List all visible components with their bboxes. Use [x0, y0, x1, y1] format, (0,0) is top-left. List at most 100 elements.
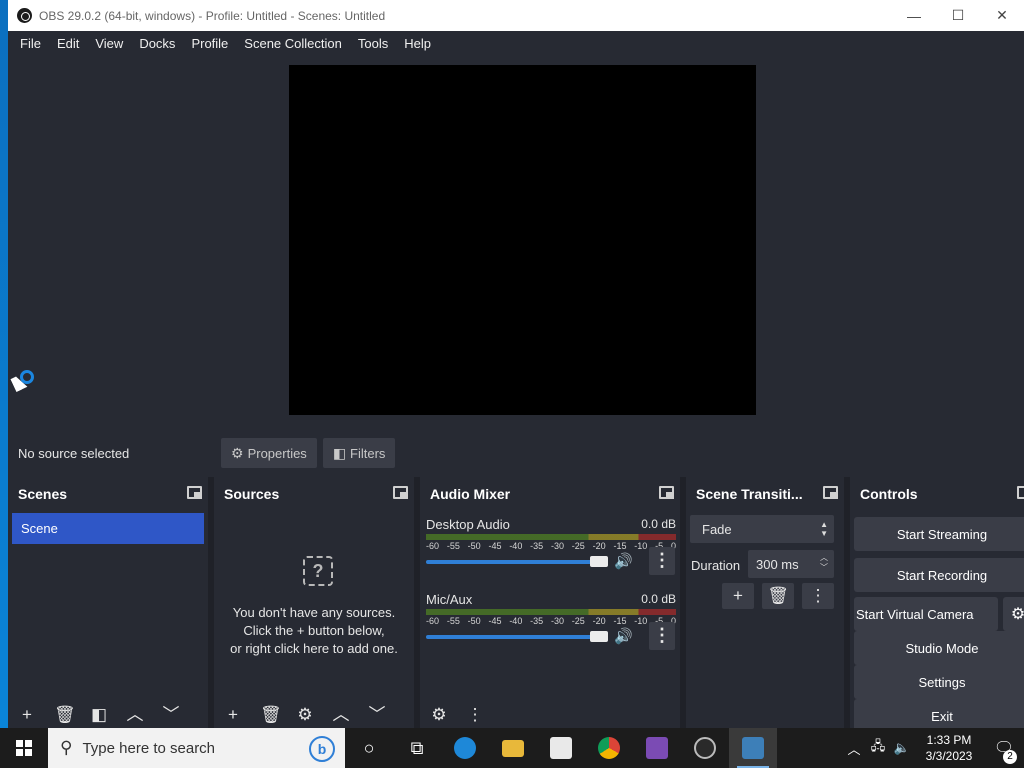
file-explorer-icon[interactable]	[489, 728, 537, 768]
advanced-audio-icon[interactable]: ⚙	[430, 705, 448, 725]
scale-tick: -15	[613, 616, 627, 626]
menu-file[interactable]: File	[12, 31, 49, 57]
remove-scene-icon[interactable]: 🗑	[54, 705, 76, 725]
volume-slider-handle[interactable]	[590, 631, 608, 642]
clock-time: 1:33 PM	[926, 733, 972, 747]
search-icon: ⚲	[60, 738, 73, 757]
move-up-icon[interactable]: ︿	[332, 705, 350, 725]
sources-empty-message[interactable]: You don't have any sources. Click the + …	[214, 604, 414, 658]
menu-tools[interactable]: Tools	[350, 31, 396, 57]
active-app-icon[interactable]	[729, 728, 777, 768]
scale-tick: -35	[530, 541, 544, 551]
menu-view[interactable]: View	[87, 31, 131, 57]
minimize-button[interactable]: —	[892, 0, 936, 31]
undock-icon[interactable]	[393, 486, 408, 499]
transition-select[interactable]: Fade ▲ ▼	[690, 515, 834, 543]
source-properties-icon[interactable]: ⚙	[296, 705, 314, 725]
remove-source-icon[interactable]: 🗑	[260, 705, 282, 725]
studio-mode-button[interactable]: Studio Mode	[854, 631, 1024, 665]
settings-button[interactable]: Settings	[854, 665, 1024, 699]
sources-dock: Sources ? You don't have any sources. Cl…	[214, 477, 414, 728]
clock-date: 3/3/2023	[925, 749, 973, 763]
visual-studio-icon[interactable]	[633, 728, 681, 768]
volume-slider[interactable]	[426, 560, 608, 564]
duration-input[interactable]: 300 ms ︿ ﹀	[748, 550, 834, 578]
scale-tick: -10	[634, 541, 648, 551]
remove-transition-button[interactable]: 🗑	[762, 583, 794, 609]
speaker-icon[interactable]: 🔊	[614, 552, 633, 570]
scale-tick: -45	[488, 616, 502, 626]
exit-button[interactable]: Exit	[854, 699, 1024, 728]
search-placeholder: Type here to search	[82, 739, 216, 757]
volume-icon[interactable]: 🔈	[890, 740, 914, 756]
maximize-button[interactable]: ☐	[936, 0, 980, 31]
volume-slider-handle[interactable]	[590, 556, 608, 567]
transitions-title: Scene Transiti...	[696, 485, 803, 502]
more-options-icon[interactable]: ⋮	[466, 705, 484, 725]
move-down-icon[interactable]: ﹀	[162, 705, 180, 725]
network-icon[interactable]: 🖧	[866, 737, 890, 759]
busy-spinner-icon	[20, 370, 34, 384]
mixer-title: Audio Mixer	[430, 485, 511, 502]
volume-meter	[426, 534, 676, 540]
scene-list-item[interactable]: Scene	[12, 513, 204, 544]
menu-scene-collection[interactable]: Scene Collection	[236, 31, 350, 57]
scale-tick: -60	[426, 616, 440, 626]
virtual-camera-settings-icon[interactable]: ⚙	[1003, 597, 1024, 631]
move-up-icon[interactable]: ︿	[126, 705, 144, 725]
transition-menu-button[interactable]: ⋮	[802, 583, 834, 609]
channel-menu-button[interactable]: ⋮	[649, 547, 675, 575]
menu-profile[interactable]: Profile	[183, 31, 236, 57]
scale-tick: -10	[634, 616, 648, 626]
move-down-icon[interactable]: ﹀	[368, 705, 386, 725]
add-transition-button[interactable]: +	[722, 583, 754, 609]
clock[interactable]: 1:33 PM 3/3/2023	[914, 732, 984, 764]
close-button[interactable]: ✕	[980, 0, 1024, 31]
task-view-icon[interactable]: ⧉	[393, 728, 441, 768]
cortana-icon[interactable]: ○	[345, 728, 393, 768]
undock-icon[interactable]	[1017, 486, 1024, 499]
scenes-header: Scenes	[8, 477, 208, 510]
obs-icon[interactable]	[681, 728, 729, 768]
windows-logo-icon	[16, 740, 32, 756]
scale-tick: -30	[550, 541, 564, 551]
taskbar-search[interactable]: ⚲ Type here to search b	[48, 728, 345, 768]
bing-icon[interactable]: b	[309, 736, 335, 762]
store-icon[interactable]	[537, 728, 585, 768]
duration-label: Duration	[691, 558, 741, 573]
start-virtual-camera-button[interactable]: Start Virtual Camera	[854, 597, 998, 631]
start-recording-button[interactable]: Start Recording	[854, 558, 1024, 592]
scale-tick: -15	[613, 541, 627, 551]
start-streaming-button[interactable]: Start Streaming	[854, 517, 1024, 551]
chevron-up-icon[interactable]: ︿	[842, 739, 866, 758]
scenes-toolbar: + 🗑 ◧ ︿ ﹀	[8, 702, 208, 728]
program-preview[interactable]	[289, 65, 756, 415]
add-source-icon[interactable]: +	[224, 705, 242, 725]
edge-icon[interactable]	[441, 728, 489, 768]
volume-meter	[426, 609, 676, 615]
scene-filters-icon[interactable]: ◧	[90, 705, 108, 725]
undock-icon[interactable]	[187, 486, 202, 499]
start-button[interactable]	[0, 728, 48, 768]
spinner-icon[interactable]: ︿ ﹀	[820, 553, 828, 573]
menu-docks[interactable]: Docks	[131, 31, 183, 57]
volume-slider[interactable]	[426, 635, 608, 639]
undock-icon[interactable]	[823, 486, 838, 499]
meter-scale: -60 -55 -50 -45 -40 -35 -30 -25 -20 -15 …	[426, 541, 676, 551]
scale-tick: -25	[571, 616, 585, 626]
undock-icon[interactable]	[659, 486, 674, 499]
channel-menu-button[interactable]: ⋮	[649, 622, 675, 650]
duration-value: 300 ms	[756, 556, 799, 572]
menu-help[interactable]: Help	[396, 31, 439, 57]
chrome-icon[interactable]	[585, 728, 633, 768]
add-scene-icon[interactable]: +	[18, 705, 36, 725]
menu-edit[interactable]: Edit	[49, 31, 87, 57]
properties-button[interactable]: ⚙ Properties	[221, 438, 317, 468]
scale-tick: -60	[426, 541, 440, 551]
speaker-icon[interactable]: 🔊	[614, 627, 633, 645]
notification-icon[interactable]: 🗨 2	[984, 738, 1024, 764]
scale-tick: -30	[550, 616, 564, 626]
obs-app-icon	[17, 8, 32, 23]
scale-tick: -25	[571, 541, 585, 551]
filters-button[interactable]: ◧ Filters	[322, 438, 396, 468]
